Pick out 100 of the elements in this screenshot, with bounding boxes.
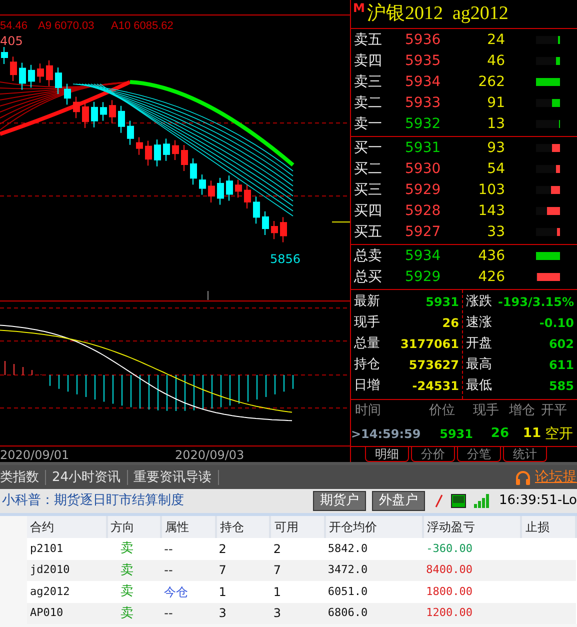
stat-label: 总量 bbox=[354, 335, 380, 354]
position-row[interactable]: ag2012 卖 今仓 1 1 6051.0 1800.00 bbox=[27, 581, 576, 602]
candle bbox=[64, 83, 71, 106]
column-header: 属性 bbox=[161, 516, 216, 538]
volume-text: 143 bbox=[477, 202, 505, 221]
detail-tab[interactable]: 分价 bbox=[411, 446, 455, 462]
level-label: 买四 bbox=[353, 202, 383, 221]
candle bbox=[46, 60, 53, 87]
tick-price: 5931 bbox=[438, 426, 473, 444]
candle bbox=[280, 216, 287, 243]
candle bbox=[118, 105, 125, 134]
price-text: 5928 bbox=[405, 202, 442, 221]
level-label: 买一 bbox=[353, 138, 383, 158]
price-text: 5929 bbox=[405, 268, 442, 287]
news-link[interactable]: 24小时资讯 bbox=[46, 470, 128, 484]
table-cell: -- bbox=[161, 560, 216, 581]
detail-tab[interactable]: 统计 bbox=[503, 446, 547, 462]
detail-tab[interactable]: 分笔 bbox=[457, 446, 501, 462]
candle bbox=[226, 175, 233, 202]
stat-label: 最高 bbox=[466, 356, 492, 374]
volume-text: 426 bbox=[477, 268, 505, 287]
stat-value: 573627 bbox=[408, 357, 459, 374]
volume-text: 262 bbox=[477, 72, 505, 92]
candle bbox=[1, 46, 8, 64]
level-label: 买五 bbox=[353, 222, 383, 242]
price-text: 5935 bbox=[405, 52, 442, 71]
price-text: 5934 bbox=[405, 72, 442, 92]
stat-label: 日增 bbox=[354, 377, 380, 396]
table-cell: 1800.00 bbox=[423, 581, 522, 602]
price-text: 5932 bbox=[405, 114, 442, 134]
position-row[interactable]: p2101 卖 -- 2 2 5842.0 -360.00 bbox=[27, 538, 576, 560]
price-text: 5933 bbox=[405, 94, 442, 113]
table-cell: 今仓 bbox=[161, 581, 216, 602]
candle bbox=[172, 140, 179, 161]
news-link[interactable]: 类指数 bbox=[0, 470, 46, 484]
tick-change: 11 bbox=[522, 425, 541, 444]
candle bbox=[136, 136, 143, 156]
account-button[interactable]: 期货户 bbox=[312, 491, 366, 511]
price-label: 5856 bbox=[270, 252, 301, 266]
candle bbox=[127, 120, 134, 146]
column-header: 增仓 bbox=[509, 402, 536, 420]
tick-type: 空开 bbox=[544, 424, 574, 444]
table-cell: 卖 bbox=[106, 581, 162, 602]
price-text: 5931 bbox=[405, 138, 442, 158]
table-cell: p2101 bbox=[27, 538, 107, 560]
stat-label: 涨跌 bbox=[466, 293, 492, 312]
table-cell: 卖 bbox=[106, 560, 162, 581]
candle bbox=[10, 56, 17, 82]
table-cell: 3 bbox=[216, 602, 270, 624]
volume-text: 103 bbox=[477, 180, 505, 200]
candle bbox=[181, 144, 188, 172]
tick-time: >14:59:59 bbox=[351, 426, 422, 444]
column-header: 方向 bbox=[106, 516, 162, 538]
volume-text: 91 bbox=[486, 94, 505, 113]
candle bbox=[55, 67, 62, 94]
table-cell: 卖 bbox=[106, 538, 162, 560]
stat-label: 速涨 bbox=[466, 314, 492, 332]
candle bbox=[253, 196, 260, 224]
position-row[interactable]: jd2010 卖 -- 7 7 3472.0 8400.00 bbox=[27, 560, 576, 581]
account-button[interactable]: 外盘户 bbox=[372, 491, 425, 511]
news-link[interactable]: 重要资讯导读 bbox=[128, 470, 219, 484]
level-label: 卖二 bbox=[353, 94, 383, 113]
candle bbox=[145, 140, 152, 166]
stat-label: 持仓 bbox=[354, 356, 380, 374]
column-header: 开仓均价 bbox=[324, 516, 424, 538]
price-text: 5929 bbox=[405, 180, 442, 200]
level-label: 买二 bbox=[353, 160, 383, 179]
table-cell: 3472.0 bbox=[324, 560, 424, 581]
instrument-title: 沪银2012 ag2012 bbox=[366, 4, 508, 24]
column-header: 可用 bbox=[270, 516, 325, 538]
volume-text: 46 bbox=[486, 52, 505, 71]
candle bbox=[208, 180, 215, 204]
candle bbox=[28, 64, 35, 88]
table-cell: jd2010 bbox=[27, 560, 107, 581]
monitor-icon bbox=[450, 494, 466, 508]
stat-label: 开盘 bbox=[466, 335, 492, 354]
table-cell: 5842.0 bbox=[324, 538, 424, 560]
table-cell: AP010 bbox=[27, 602, 107, 624]
table-cell: 1200.00 bbox=[423, 602, 522, 624]
candle bbox=[73, 96, 80, 119]
candle bbox=[271, 220, 278, 240]
table-cell: 8400.00 bbox=[423, 560, 522, 581]
stat-value: 611 bbox=[548, 357, 574, 374]
position-row[interactable]: AP010 卖 -- 3 3 6806.0 1200.00 bbox=[27, 602, 576, 624]
stat-label: 最新 bbox=[354, 293, 380, 312]
volume-text: 33 bbox=[486, 222, 505, 242]
table-cell: 6806.0 bbox=[324, 602, 424, 624]
table-cell: 卖 bbox=[106, 602, 162, 624]
column-header: 止损 bbox=[521, 516, 576, 538]
stat-value: 26 bbox=[442, 315, 459, 332]
column-header: 价位 bbox=[429, 402, 456, 420]
column-header: 浮动盈亏 bbox=[423, 516, 522, 538]
detail-tab[interactable]: 明细 bbox=[365, 446, 409, 462]
level-label: 买三 bbox=[353, 180, 383, 200]
price-label: 405 bbox=[0, 34, 23, 48]
price-text: 5936 bbox=[405, 30, 442, 50]
stat-label: 最低 bbox=[466, 377, 492, 396]
candle bbox=[19, 62, 26, 90]
candle bbox=[37, 62, 44, 84]
badge-icon: M bbox=[353, 0, 365, 14]
